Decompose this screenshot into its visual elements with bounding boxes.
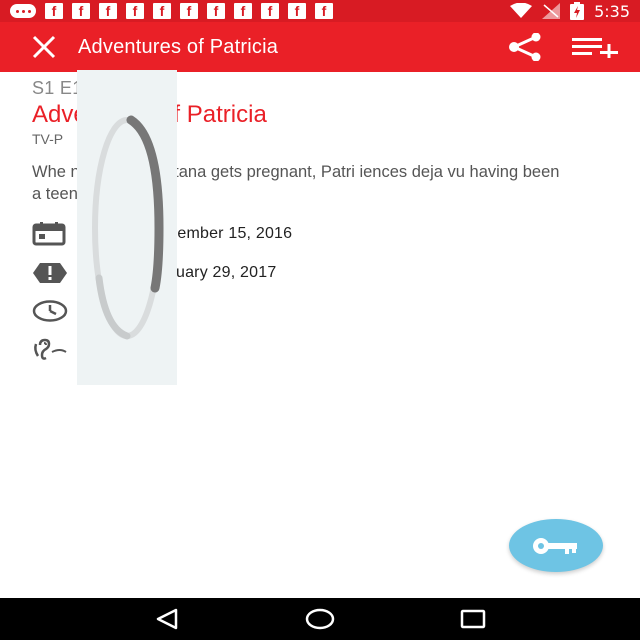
battery-icon bbox=[570, 2, 585, 20]
facebook-icon: f bbox=[153, 3, 171, 19]
home-button[interactable] bbox=[300, 599, 340, 639]
share-button[interactable] bbox=[506, 33, 544, 61]
facebook-icon: f bbox=[126, 3, 144, 19]
clock-icon bbox=[32, 296, 68, 326]
system-status: 5:35 bbox=[510, 2, 630, 21]
app-bar: Adventures of Patricia bbox=[0, 22, 640, 72]
app-actions bbox=[506, 33, 620, 61]
calendar-icon bbox=[32, 219, 68, 249]
message-icon bbox=[10, 4, 36, 18]
recents-icon bbox=[461, 609, 486, 629]
recents-button[interactable] bbox=[453, 599, 493, 639]
facebook-icon: f bbox=[288, 3, 306, 19]
navigation-bar bbox=[0, 598, 640, 640]
back-icon bbox=[156, 608, 177, 630]
signal-icon bbox=[542, 3, 561, 19]
hearing-icon bbox=[32, 335, 68, 365]
facebook-icon: f bbox=[315, 3, 333, 19]
home-icon bbox=[305, 608, 335, 630]
wifi-icon bbox=[510, 3, 533, 18]
facebook-icon: f bbox=[45, 3, 63, 19]
share-icon bbox=[509, 33, 541, 61]
alert-icon bbox=[32, 258, 68, 288]
close-icon bbox=[32, 35, 56, 59]
facebook-icon: f bbox=[234, 3, 252, 19]
close-button[interactable] bbox=[22, 25, 66, 69]
status-bar: f f f f f f f f f f f 5:35 bbox=[0, 0, 640, 22]
notification-icons: f f f f f f f f f f f bbox=[10, 3, 333, 19]
loading-spinner bbox=[77, 70, 177, 385]
facebook-icon: f bbox=[72, 3, 90, 19]
add-to-playlist-button[interactable] bbox=[572, 36, 620, 58]
clock: 5:35 bbox=[594, 1, 630, 21]
app-title: Adventures of Patricia bbox=[78, 35, 279, 58]
facebook-icon: f bbox=[207, 3, 225, 19]
facebook-icon: f bbox=[180, 3, 198, 19]
back-button[interactable] bbox=[147, 599, 187, 639]
facebook-icon: f bbox=[261, 3, 279, 19]
key-icon bbox=[533, 537, 577, 554]
key-button[interactable] bbox=[509, 519, 603, 572]
spinner-icon bbox=[92, 115, 164, 339]
add-to-playlist-icon bbox=[572, 38, 618, 58]
facebook-icon: f bbox=[99, 3, 117, 19]
